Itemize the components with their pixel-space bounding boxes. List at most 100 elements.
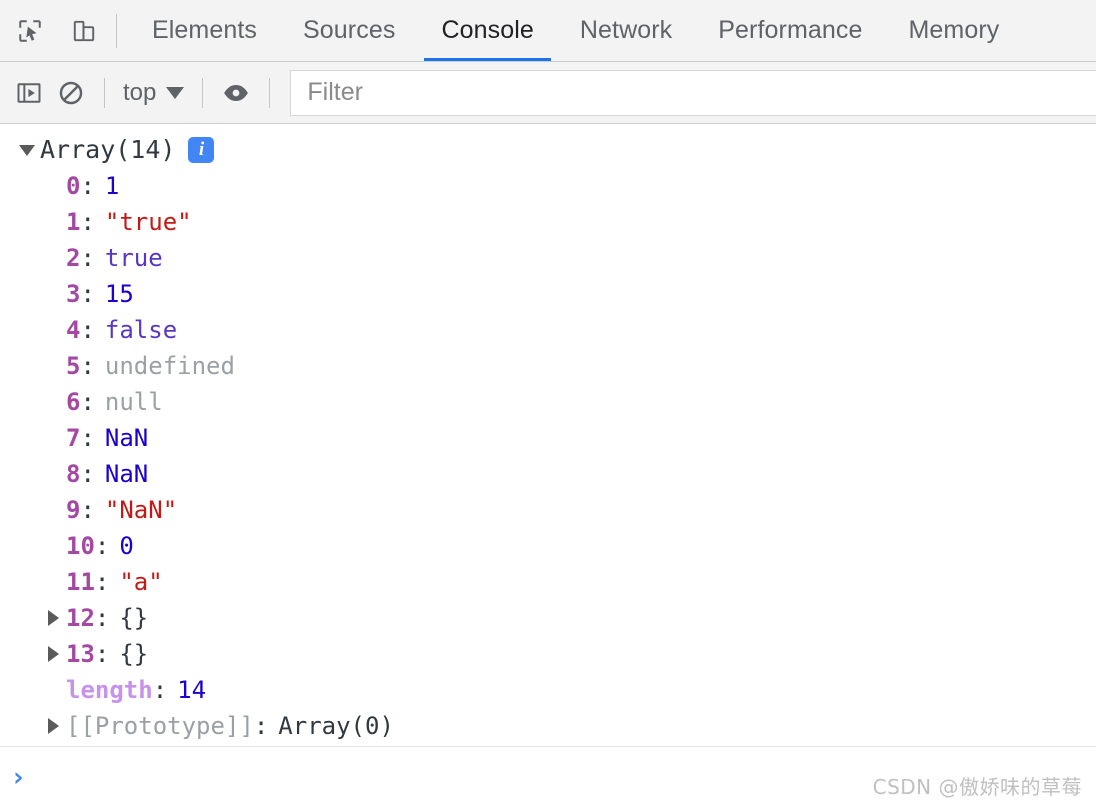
list-item[interactable]: 3:15 [0, 276, 1096, 312]
property-value: "a" [119, 568, 163, 596]
list-item[interactable]: 1: "true" [0, 204, 1096, 240]
prototype-value: Array(0) [278, 712, 394, 740]
console-sidebar-icon[interactable] [8, 72, 50, 114]
property-colon: : [80, 352, 95, 380]
tab-performance-label: Performance [718, 16, 863, 44]
expand-triangle-icon[interactable] [14, 144, 40, 156]
list-item[interactable]: 4: false [0, 312, 1096, 348]
list-item[interactable]: 6: null [0, 384, 1096, 420]
property-value: 0 [119, 532, 134, 560]
property-value: NaN [104, 460, 149, 488]
property-key: 3 [66, 280, 81, 308]
property-colon: : [80, 388, 95, 416]
filter-placeholder: Filter [307, 78, 363, 106]
property-key: 7 [66, 424, 81, 452]
prototype-colon: : [253, 712, 269, 740]
property-colon: : [80, 208, 95, 236]
length-row[interactable]: length:14 [0, 672, 1096, 708]
info-badge-icon[interactable]: i [188, 137, 215, 163]
property-key: 11 [66, 568, 95, 596]
triangle-down-icon [19, 144, 35, 156]
toolbar-divider-2 [202, 77, 204, 108]
live-expression-eye-icon[interactable] [215, 72, 257, 114]
tab-sources[interactable]: Sources [280, 0, 418, 61]
property-colon: : [94, 604, 110, 632]
toolbar-divider-3 [269, 77, 271, 108]
property-colon: : [94, 640, 110, 668]
property-colon: : [80, 280, 95, 308]
property-colon: : [94, 568, 110, 596]
property-key: 1 [66, 208, 81, 236]
property-key: 2 [66, 244, 81, 272]
tab-memory-label: Memory [908, 16, 1000, 44]
property-value: undefined [104, 352, 235, 380]
tab-network[interactable]: Network [557, 0, 695, 61]
expand-triangle-icon[interactable] [40, 646, 66, 662]
tab-performance[interactable]: Performance [695, 0, 885, 61]
tab-network-label: Network [579, 16, 673, 44]
console-message-array-root[interactable]: Array(14) i [0, 132, 1096, 168]
property-value: "NaN" [104, 496, 178, 524]
property-key: 0 [66, 172, 81, 200]
property-colon: : [80, 460, 95, 488]
tab-elements[interactable]: Elements [129, 0, 280, 61]
list-item[interactable]: 9: "NaN" [0, 492, 1096, 528]
property-colon: : [80, 424, 95, 452]
length-key: length [66, 676, 153, 704]
array-root-label: Array(14) [40, 135, 176, 164]
property-key: 10 [66, 532, 95, 560]
property-value: NaN [104, 424, 149, 452]
property-colon: : [80, 496, 95, 524]
device-toolbar-icon[interactable] [64, 11, 104, 51]
tab-console[interactable]: Console [418, 0, 556, 61]
prototype-row[interactable]: [[Prototype]]: Array(0) [0, 708, 1096, 744]
property-value: "true" [104, 208, 192, 236]
property-value: null [104, 388, 163, 416]
list-item[interactable]: 5: undefined [0, 348, 1096, 384]
triangle-right-icon [47, 646, 59, 662]
chevron-down-icon [166, 86, 185, 99]
execution-context-label: top [123, 78, 157, 106]
property-key: 9 [66, 496, 81, 524]
property-key: 5 [66, 352, 81, 380]
list-item[interactable]: 11: "a" [0, 564, 1096, 600]
triangle-right-icon [47, 718, 59, 734]
property-value: {} [119, 604, 149, 632]
list-item[interactable]: 2: true [0, 240, 1096, 276]
property-value: true [104, 244, 163, 272]
toolbar-divider-1 [104, 77, 105, 108]
expand-triangle-icon[interactable] [40, 718, 66, 734]
tab-sources-label: Sources [303, 16, 396, 44]
property-value: false [104, 316, 178, 344]
inspect-element-icon[interactable] [10, 11, 50, 51]
list-item[interactable]: 7: NaN [0, 420, 1096, 456]
property-key: 4 [66, 316, 81, 344]
prototype-key: [[Prototype]] [66, 712, 254, 740]
list-item[interactable]: 12: {} [0, 600, 1096, 636]
clear-console-icon[interactable] [50, 72, 92, 114]
property-value: 15 [104, 280, 134, 308]
property-value: {} [119, 640, 149, 668]
list-item[interactable]: 8: NaN [0, 456, 1096, 492]
tab-bar-icon-group [0, 0, 104, 61]
execution-context-selector[interactable]: top [117, 79, 190, 107]
console-output-area: Array(14) i 0:1 1: "true" 2: true 3:15 4:f… [0, 124, 1096, 746]
console-toolbar: top Filter [0, 62, 1096, 124]
triangle-right-icon [47, 610, 59, 626]
tab-elements-label: Elements [152, 16, 258, 44]
list-item[interactable]: 13: {} [0, 636, 1096, 672]
list-item[interactable]: 10:0 [0, 528, 1096, 564]
list-item[interactable]: 0:1 [0, 168, 1096, 204]
length-colon: : [152, 676, 168, 704]
watermark-text: CSDN @傲娇味的草莓 [872, 775, 1082, 799]
property-colon: : [80, 316, 95, 344]
property-colon: : [80, 172, 95, 200]
expand-triangle-icon[interactable] [40, 610, 66, 626]
property-key: 6 [66, 388, 81, 416]
property-key: 8 [66, 460, 81, 488]
filter-input[interactable]: Filter [290, 69, 1096, 116]
length-value: 14 [177, 676, 207, 704]
tab-list: Elements Sources Console Network Perform… [129, 0, 1096, 61]
tab-memory[interactable]: Memory [885, 0, 1022, 61]
property-key: 13 [66, 640, 95, 668]
